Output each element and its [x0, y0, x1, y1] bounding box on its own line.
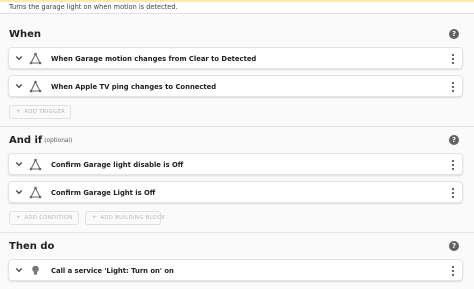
triggers-heading: When — [9, 29, 42, 40]
add-building-block-button[interactable]: + ADD BUILDING BLOCK — [85, 211, 165, 225]
actions-heading: Then do — [9, 241, 55, 252]
plus-icon: + — [16, 108, 22, 115]
action-row[interactable]: Call a service 'Light: Turn on' on — [8, 259, 463, 281]
plus-icon: + — [92, 214, 98, 221]
description-accent — [0, 0, 474, 2]
chevron-down-icon[interactable] — [15, 266, 23, 274]
condition-node-icon — [29, 158, 42, 171]
add-trigger-button[interactable]: + ADD TRIGGER — [9, 105, 71, 119]
chevron-down-icon[interactable] — [15, 54, 23, 62]
action-label: Call a service 'Light: Turn on' on — [51, 266, 174, 275]
trigger-node-icon — [29, 52, 42, 65]
condition-label: Confirm Garage Light is Off — [51, 188, 156, 197]
automation-description-bar: Turns the garage light on when motion is… — [0, 0, 474, 14]
section-divider — [0, 126, 474, 127]
conditions-heading: And if (optional) — [9, 135, 72, 146]
trigger-label: When Apple TV ping changes to Connected — [51, 82, 217, 91]
optional-label: (optional) — [44, 138, 73, 144]
more-vert-icon[interactable] — [451, 265, 455, 277]
more-vert-icon[interactable] — [451, 53, 455, 65]
actions-help-icon[interactable]: ? — [449, 241, 459, 251]
automation-description: Turns the garage light on when motion is… — [9, 3, 178, 11]
trigger-row[interactable]: When Garage motion changes from Clear to… — [8, 47, 463, 69]
condition-row[interactable]: Confirm Garage Light is Off — [8, 181, 463, 203]
conditions-help-icon[interactable]: ? — [449, 135, 459, 145]
conditions-heading-text: And if — [9, 135, 43, 146]
chevron-down-icon[interactable] — [15, 160, 23, 168]
trigger-row[interactable]: When Apple TV ping changes to Connected — [8, 75, 463, 97]
condition-node-icon — [29, 186, 42, 199]
plus-icon: + — [16, 214, 22, 221]
chevron-down-icon[interactable] — [15, 82, 23, 90]
add-condition-label: ADD CONDITION — [24, 215, 73, 221]
more-vert-icon[interactable] — [451, 81, 455, 93]
triggers-help-icon[interactable]: ? — [449, 29, 459, 39]
add-trigger-label: ADD TRIGGER — [24, 109, 66, 115]
chevron-down-icon[interactable] — [15, 188, 23, 196]
condition-label: Confirm Garage light disable is Off — [51, 160, 184, 169]
add-condition-button[interactable]: + ADD CONDITION — [9, 211, 79, 225]
trigger-label: When Garage motion changes from Clear to… — [51, 54, 257, 63]
section-divider — [0, 232, 474, 233]
condition-row[interactable]: Confirm Garage light disable is Off — [8, 153, 463, 175]
trigger-node-icon — [29, 80, 42, 93]
lightbulb-icon — [32, 265, 39, 275]
more-vert-icon[interactable] — [451, 159, 455, 171]
more-vert-icon[interactable] — [451, 187, 455, 199]
add-building-block-label: ADD BUILDING BLOCK — [100, 215, 166, 221]
